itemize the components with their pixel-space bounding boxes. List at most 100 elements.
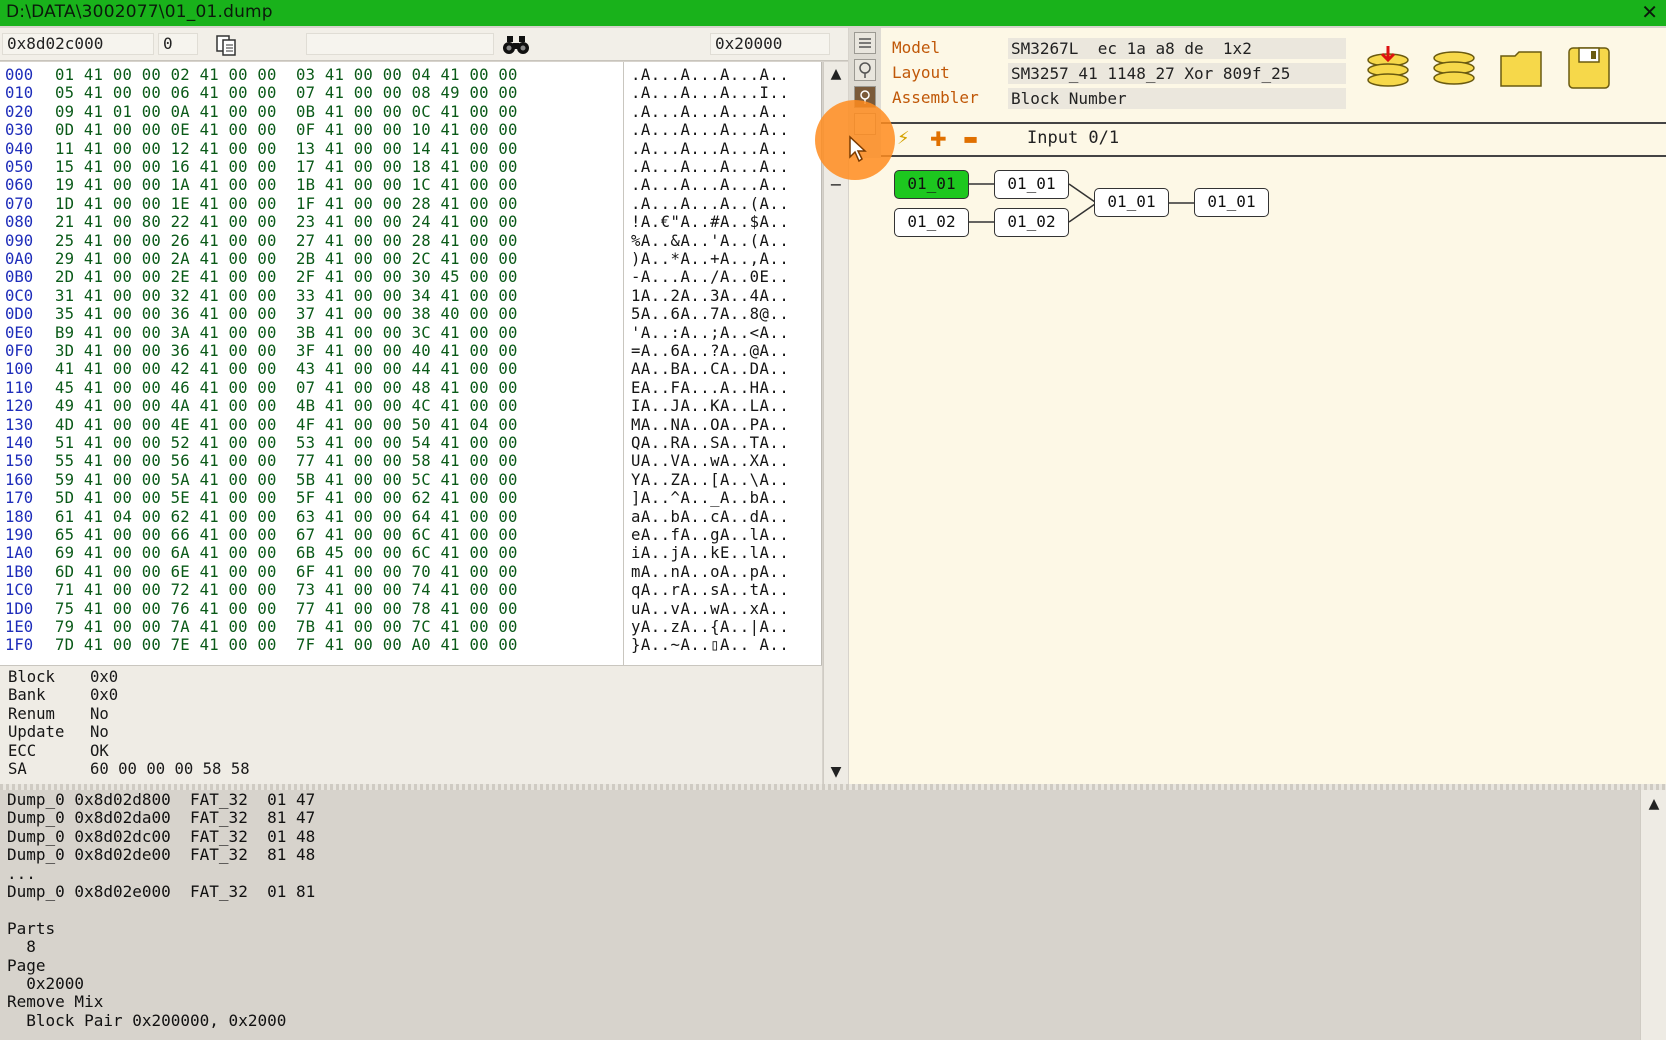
hex-bytes[interactable]: 01 41 00 00 02 41 00 00 03 41 00 00 04 4… [55,66,518,84]
hex-row[interactable]: 130 4D 41 00 00 4E 41 00 00 4F 41 00 00 5… [0,416,820,434]
hex-ascii[interactable]: .A...A...A...A.. [631,140,789,158]
load-stack-icon[interactable] [1364,44,1412,92]
tree-node-input-1[interactable]: 01_01 [894,170,969,199]
model-value[interactable]: SM3267L ec 1a a8 de 1x2 [1008,38,1346,59]
hex-ascii[interactable]: .A...A...A...A.. [631,158,789,176]
copy-icon[interactable] [214,33,240,57]
hex-ascii[interactable]: !A.€"A..#A..$A.. [631,213,789,231]
hex-ascii[interactable]: yA..zA..{A..|A.. [631,618,789,636]
list-icon[interactable] [854,32,876,54]
hex-ascii[interactable]: IA..JA..KA..LA.. [631,397,789,415]
bolt-icon[interactable]: ⚡ [897,128,910,149]
tree-node-stage-2[interactable]: 01_02 [994,208,1069,237]
hex-row[interactable]: 1A0 69 41 00 00 6A 41 00 00 6B 45 00 00 6… [0,544,820,562]
folder-icon[interactable] [1497,44,1545,92]
hex-row[interactable]: 0A0 29 41 00 00 2A 41 00 00 2B 41 00 00 2… [0,250,820,268]
hex-bytes[interactable]: 4D 41 00 00 4E 41 00 00 4F 41 00 00 50 4… [55,416,518,434]
assembler-value[interactable]: Block Number [1008,88,1346,109]
hex-row[interactable]: 1B0 6D 41 00 00 6E 41 00 00 6F 41 00 00 7… [0,563,820,581]
hex-bytes[interactable]: B9 41 00 00 3A 41 00 00 3B 41 00 00 3C 4… [55,324,518,342]
search-input[interactable] [306,33,494,55]
hex-bytes[interactable]: 71 41 00 00 72 41 00 00 73 41 00 00 74 4… [55,581,518,599]
tree-node-stage-1[interactable]: 01_01 [994,170,1069,199]
hex-row[interactable]: 080 21 41 00 80 22 41 00 00 23 41 00 00 2… [0,213,820,231]
size-field[interactable]: 0x20000 [710,33,830,55]
add-input-button[interactable]: ✚ [930,127,947,151]
hex-row[interactable]: 100 41 41 00 00 42 41 00 00 43 41 00 00 4… [0,360,820,378]
hex-ascii[interactable]: .A...A...A...A.. [631,103,789,121]
hex-ascii[interactable]: qA..rA..sA..tA.. [631,581,789,599]
hex-bytes[interactable]: 09 41 01 00 0A 41 00 00 0B 41 00 00 0C 4… [55,103,518,121]
hex-row[interactable]: 1F0 7D 41 00 00 7E 41 00 00 7F 41 00 00 A… [0,636,820,654]
hex-ascii[interactable]: ]A..^A.._A..bA.. [631,489,789,507]
probe-icon[interactable] [854,59,876,81]
hex-bytes[interactable]: 59 41 00 00 5A 41 00 00 5B 41 00 00 5C 4… [55,471,518,489]
hex-ascii[interactable]: .A...A...A..(A.. [631,195,789,213]
hex-bytes[interactable]: 29 41 00 00 2A 41 00 00 2B 41 00 00 2C 4… [55,250,518,268]
hex-bytes[interactable]: 7D 41 00 00 7E 41 00 00 7F 41 00 00 A0 4… [55,636,518,654]
hex-row[interactable]: 150 55 41 00 00 56 41 00 00 77 41 00 00 5… [0,452,820,470]
hex-bytes[interactable]: 69 41 00 00 6A 41 00 00 6B 45 00 00 6C 4… [55,544,518,562]
hex-row[interactable]: 090 25 41 00 00 26 41 00 00 27 41 00 00 2… [0,232,820,250]
hex-bytes[interactable]: 1D 41 00 00 1E 41 00 00 1F 41 00 00 28 4… [55,195,518,213]
hex-ascii[interactable]: 1A..2A..3A..4A.. [631,287,789,305]
hex-ascii[interactable]: =A..6A..?A..@A.. [631,342,789,360]
hex-bytes[interactable]: 15 41 00 00 16 41 00 00 17 41 00 00 18 4… [55,158,518,176]
hex-bytes[interactable]: 49 41 00 00 4A 41 00 00 4B 41 00 00 4C 4… [55,397,518,415]
scroll-down-button[interactable]: ▼ [826,762,846,782]
hex-ascii[interactable]: MA..NA..OA..PA.. [631,416,789,434]
hex-bytes[interactable]: 31 41 00 00 32 41 00 00 33 41 00 00 34 4… [55,287,518,305]
hex-ascii[interactable]: %A..&A..'A..(A.. [631,232,789,250]
hex-bytes[interactable]: 45 41 00 00 46 41 00 00 07 41 00 00 48 4… [55,379,518,397]
stack-icon[interactable] [1430,44,1478,92]
hex-bytes[interactable]: 35 41 00 00 36 41 00 00 37 41 00 00 38 4… [55,305,518,323]
hex-ascii[interactable]: .A...A...A...A.. [631,176,789,194]
hex-row[interactable]: 120 49 41 00 00 4A 41 00 00 4B 41 00 00 4… [0,397,820,415]
hex-row[interactable]: 010 05 41 00 00 06 41 00 00 07 41 00 00 0… [0,84,820,102]
binoculars-icon[interactable] [502,34,530,56]
hex-bytes[interactable]: 61 41 04 00 62 41 00 00 63 41 00 00 64 4… [55,508,518,526]
hex-row[interactable]: 030 0D 41 00 00 0E 41 00 00 0F 41 00 00 1… [0,121,820,139]
hex-row[interactable]: 170 5D 41 00 00 5E 41 00 00 5F 41 00 00 6… [0,489,820,507]
hex-bytes[interactable]: 79 41 00 00 7A 41 00 00 7B 41 00 00 7C 4… [55,618,518,636]
hex-ascii[interactable]: }A..~A..▯A.. A.. [631,636,789,654]
hex-bytes[interactable]: 2D 41 00 00 2E 41 00 00 2F 41 00 00 30 4… [55,268,518,286]
hex-bytes[interactable]: 3D 41 00 00 36 41 00 00 3F 41 00 00 40 4… [55,342,518,360]
hex-bytes[interactable]: 51 41 00 00 52 41 00 00 53 41 00 00 54 4… [55,434,518,452]
hex-bytes[interactable]: 05 41 00 00 06 41 00 00 07 41 00 00 08 4… [55,84,518,102]
hex-ascii[interactable]: YA..ZA..[A..\A.. [631,471,789,489]
hex-ascii[interactable]: EA..FA...A..HA.. [631,379,789,397]
hex-ascii[interactable]: UA..VA..wA..XA.. [631,452,789,470]
hex-bytes[interactable]: 6D 41 00 00 6E 41 00 00 6F 41 00 00 70 4… [55,563,518,581]
hex-view[interactable]: 000 01 41 00 00 02 41 00 00 03 41 00 00 0… [0,62,822,665]
hex-ascii[interactable]: .A...A...A...A.. [631,121,789,139]
log-scrollbar[interactable]: ▲ [1640,790,1666,1040]
hex-ascii[interactable]: .A...A...A...A.. [631,66,789,84]
hex-ascii[interactable]: 'A..:A..;A..<A.. [631,324,789,342]
hex-bytes[interactable]: 19 41 00 00 1A 41 00 00 1B 41 00 00 1C 4… [55,176,518,194]
hex-ascii[interactable]: .A...A...A...I.. [631,84,789,102]
hex-row[interactable]: 1C0 71 41 00 00 72 41 00 00 73 41 00 00 7… [0,581,820,599]
hex-row[interactable]: 190 65 41 00 00 66 41 00 00 67 41 00 00 6… [0,526,820,544]
hex-bytes[interactable]: 25 41 00 00 26 41 00 00 27 41 00 00 28 4… [55,232,518,250]
log-scroll-up-button[interactable]: ▲ [1644,794,1664,814]
hex-ascii[interactable]: 5A..6A..7A..8@.. [631,305,789,323]
hex-bytes[interactable]: 5D 41 00 00 5E 41 00 00 5F 41 00 00 62 4… [55,489,518,507]
hex-row[interactable]: 1E0 79 41 00 00 7A 41 00 00 7B 41 00 00 7… [0,618,820,636]
address-field[interactable]: 0x8d02c000 [2,33,154,55]
hex-ascii[interactable]: )A..*A..+A..,A.. [631,250,789,268]
tree-node-merge[interactable]: 01_01 [1094,188,1169,217]
hex-bytes[interactable]: 65 41 00 00 66 41 00 00 67 41 00 00 6C 4… [55,526,518,544]
hex-row[interactable]: 040 11 41 00 00 12 41 00 00 13 41 00 00 1… [0,140,820,158]
hex-ascii[interactable]: aA..bA..cA..dA.. [631,508,789,526]
scroll-up-button[interactable]: ▲ [826,64,846,84]
hex-row[interactable]: 180 61 41 04 00 62 41 00 00 63 41 00 00 6… [0,508,820,526]
hex-row[interactable]: 110 45 41 00 00 46 41 00 00 07 41 00 00 4… [0,379,820,397]
hex-row[interactable]: 070 1D 41 00 00 1E 41 00 00 1F 41 00 00 2… [0,195,820,213]
hex-bytes[interactable]: 11 41 00 00 12 41 00 00 13 41 00 00 14 4… [55,140,518,158]
hex-bytes[interactable]: 21 41 00 80 22 41 00 00 23 41 00 00 24 4… [55,213,518,231]
hex-row[interactable]: 160 59 41 00 00 5A 41 00 00 5B 41 00 00 5… [0,471,820,489]
hex-bytes[interactable]: 0D 41 00 00 0E 41 00 00 0F 41 00 00 10 4… [55,121,518,139]
hex-row[interactable]: 050 15 41 00 00 16 41 00 00 17 41 00 00 1… [0,158,820,176]
hex-row[interactable]: 140 51 41 00 00 52 41 00 00 53 41 00 00 5… [0,434,820,452]
